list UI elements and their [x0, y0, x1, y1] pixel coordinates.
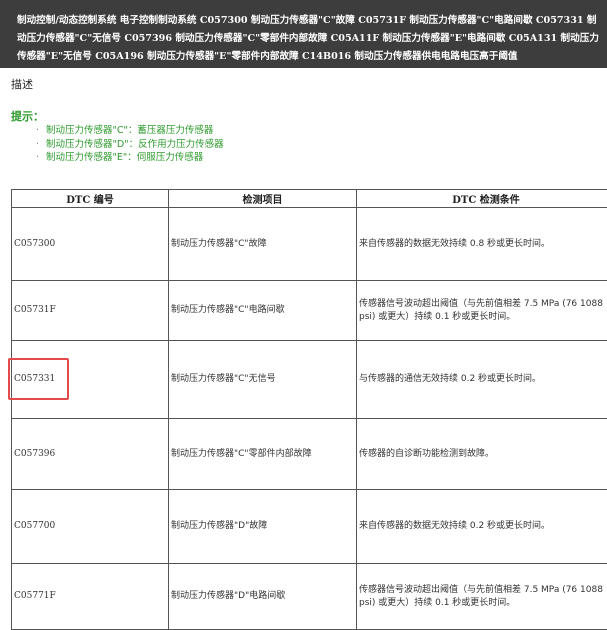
highlight-box: [8, 358, 69, 400]
detection-item-cell: 制动压力传感器"C"电路间歇: [169, 281, 357, 341]
dtc-code-cell: C057300: [12, 208, 169, 281]
breadcrumb-header: 制动控制/动态控制系统 电子控制制动系统 C057300 制动压力传感器"C"故…: [0, 0, 607, 68]
dtc-code-cell: C057700: [12, 490, 169, 564]
hint-item: 制动压力传感器"C"：蓄压器压力传感器: [36, 124, 224, 138]
detection-condition-cell: 与传感器的通信无效持续 0.2 秒或更长时间。: [357, 341, 607, 419]
description-label: 描述: [11, 76, 33, 92]
detection-item-cell: 制动压力传感器"C"无信号: [169, 341, 357, 419]
dtc-code-cell: C05771F: [12, 564, 169, 630]
detection-condition-cell: 传感器信号波动超出阈值（与先前值相差 7.5 MPa (76 1088 psi)…: [357, 564, 607, 630]
dtc-code-cell: C057396: [12, 419, 169, 490]
table-row: C05731F 制动压力传感器"C"电路间歇 传感器信号波动超出阈值（与先前值相…: [12, 281, 607, 341]
detection-item-cell: 制动压力传感器"D"电路间歇: [169, 564, 357, 630]
table-row: C057331 制动压力传感器"C"无信号 与传感器的通信无效持续 0.2 秒或…: [12, 341, 607, 419]
detection-item-cell: 制动压力传感器"C"零部件内部故障: [169, 419, 357, 490]
detection-item-cell: 制动压力传感器"C"故障: [169, 208, 357, 281]
table-header-row: DTC 编号 检测项目 DTC 检测条件: [12, 190, 607, 208]
detection-condition-cell: 来自传感器的数据无效持续 0.2 秒或更长时间。: [357, 490, 607, 564]
hint-item: 制动压力传感器"E"：伺服压力传感器: [36, 151, 224, 165]
header-dtc-code: DTC 编号: [12, 190, 169, 208]
table-row: C057396 制动压力传感器"C"零部件内部故障 传感器的自诊断功能检测到故障…: [12, 419, 607, 490]
detection-condition-cell: 来自传感器的数据无效持续 0.8 秒或更长时间。: [357, 208, 607, 281]
table-row: C05771F 制动压力传感器"D"电路间歇 传感器信号波动超出阈值（与先前值相…: [12, 564, 607, 630]
header-detection-item: 检测项目: [169, 190, 357, 208]
detection-item-cell: 制动压力传感器"D"故障: [169, 490, 357, 564]
detection-condition-cell: 传感器的自诊断功能检测到故障。: [357, 419, 607, 490]
dtc-code-cell: C05731F: [12, 281, 169, 341]
table-row: C057700 制动压力传感器"D"故障 来自传感器的数据无效持续 0.2 秒或…: [12, 490, 607, 564]
header-detection-condition: DTC 检测条件: [357, 190, 607, 208]
detection-condition-cell: 传感器信号波动超出阈值（与先前值相差 7.5 MPa (76 1088 psi)…: [357, 281, 607, 341]
hint-item: 制动压力传感器"D"：反作用力压力传感器: [36, 138, 224, 152]
breadcrumb[interactable]: 制动控制/动态控制系统 电子控制制动系统 C057300 制动压力传感器"C"故…: [17, 15, 599, 62]
table-row: C057300 制动压力传感器"C"故障 来自传感器的数据无效持续 0.8 秒或…: [12, 208, 607, 281]
dtc-table: DTC 编号 检测项目 DTC 检测条件 C057300 制动压力传感器"C"故…: [11, 189, 607, 630]
hint-list: 制动压力传感器"C"：蓄压器压力传感器 制动压力传感器"D"：反作用力压力传感器…: [36, 124, 224, 165]
hint-title: 提示：: [11, 108, 44, 124]
